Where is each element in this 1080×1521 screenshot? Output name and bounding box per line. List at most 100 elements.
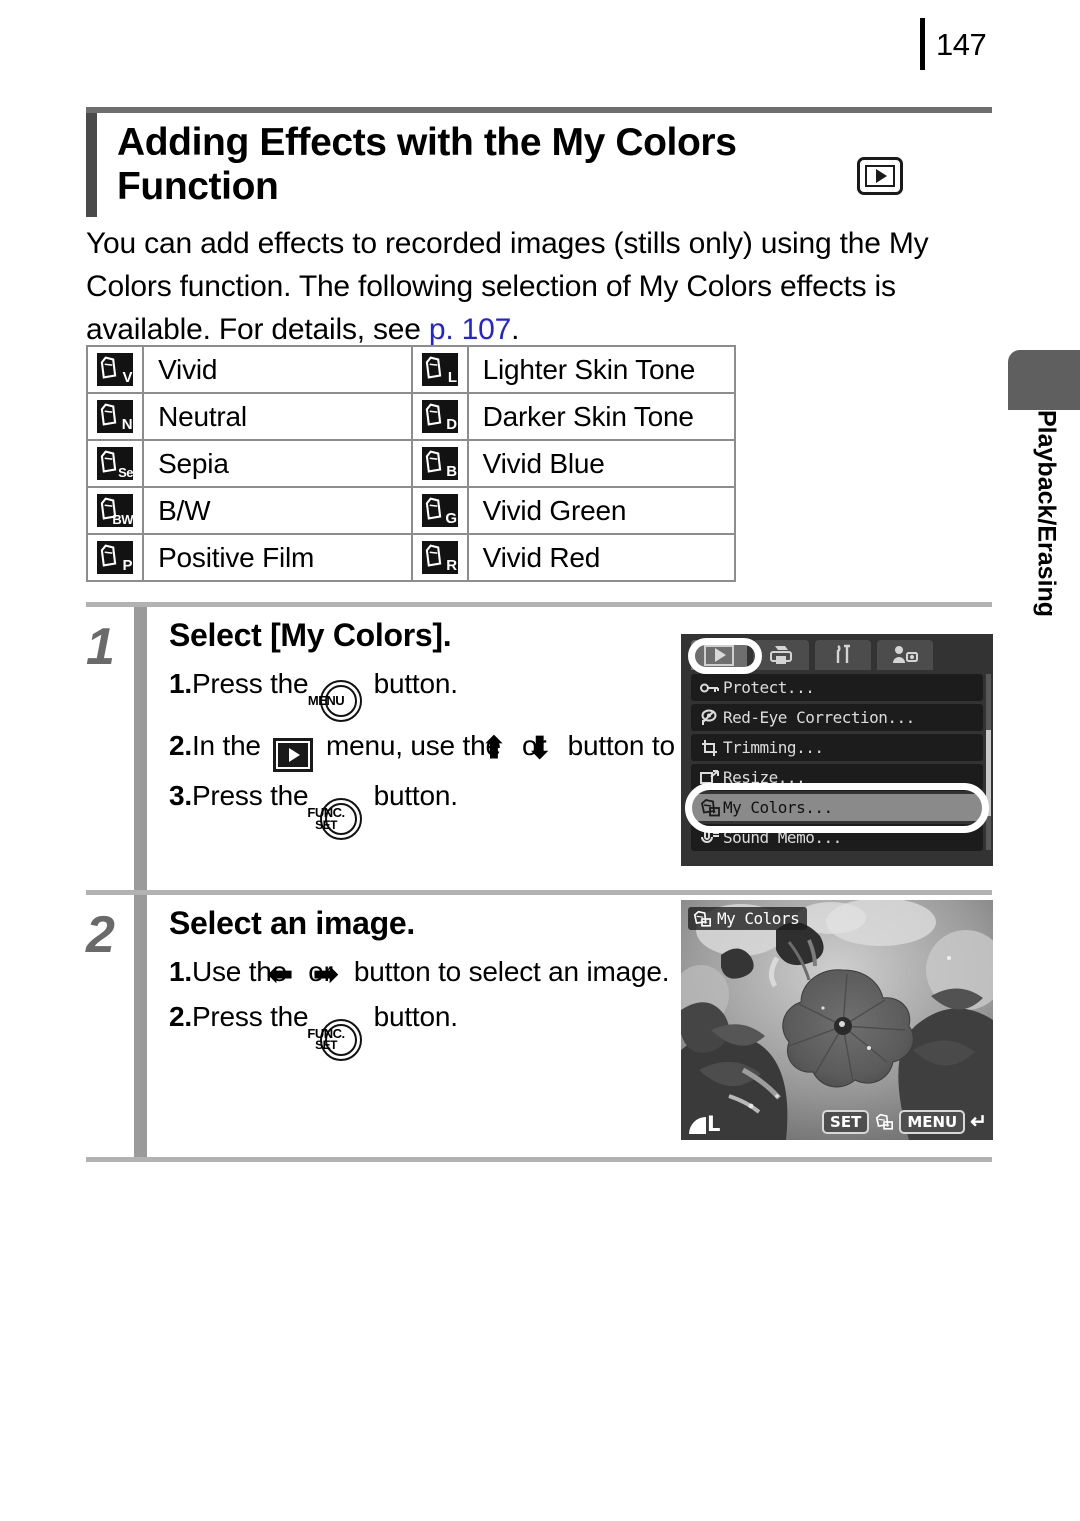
- table-row: N Neutral D Darker Skin Tone: [85, 393, 737, 441]
- section-header: Adding Effects with the My Colors Functi…: [86, 107, 992, 217]
- camera-image-select-screen: My Colors L SET MENU ↵: [681, 900, 993, 1140]
- intro-line-1: You can add effects to recorded images (…: [86, 227, 929, 260]
- step-1-item-1-text-b: button.: [366, 668, 458, 699]
- set-button-hint[interactable]: SET: [822, 1110, 870, 1134]
- my-colors-bw-icon: BW: [97, 494, 134, 527]
- effect-icon-letter: V: [122, 369, 133, 386]
- my-colors-icon: [692, 910, 712, 928]
- back-arrow-icon[interactable]: ↵: [970, 1112, 987, 1132]
- intro-paragraph: You can add effects to recorded images (…: [86, 222, 946, 352]
- step-1-item-1-text-a: Press the: [191, 668, 317, 699]
- step-1-item-2-number: 2.: [169, 730, 192, 762]
- header-left-bar: [86, 113, 97, 217]
- resolution-label: L: [707, 1112, 721, 1137]
- menu-button-hint[interactable]: MENU: [899, 1110, 966, 1134]
- settings-tab[interactable]: [815, 640, 871, 670]
- my-colors-vivid-green-icon: G: [421, 494, 458, 527]
- step-2-bottom-rule: [86, 1157, 992, 1162]
- resize-icon: [697, 769, 723, 786]
- playback-tab[interactable]: [691, 640, 747, 670]
- menu-item-resize[interactable]: Resize...: [691, 764, 983, 791]
- effect-icon-cell: R: [410, 534, 469, 582]
- menu-button-icon: MENU: [308, 680, 363, 723]
- step-1-item-2-text-b: menu, use the: [318, 730, 509, 762]
- step-1-item-2-text-a: In the: [191, 730, 269, 762]
- menu-item-label: Protect...: [723, 678, 815, 697]
- chapter-tab-label-wrap: Playback/Erasing: [1018, 410, 1074, 670]
- menu-scrollbar[interactable]: [986, 674, 991, 850]
- effect-icon-letter: G: [445, 510, 457, 527]
- effect-icon-cell: Se: [85, 440, 145, 488]
- table-row: Se Sepia B Vivid Blue: [85, 440, 737, 488]
- my-camera-tab[interactable]: [877, 640, 933, 670]
- effect-icon-letter: Se: [118, 465, 134, 480]
- step-2-vertical-bar: [134, 895, 147, 1157]
- effect-icon-cell: V: [85, 345, 145, 394]
- crop-icon: [697, 739, 723, 757]
- step-1-vertical-bar: [134, 607, 147, 895]
- my-colors-vivid-icon: V: [97, 353, 134, 386]
- my-colors-vivid-red-icon: R: [421, 541, 458, 574]
- print-tab[interactable]: [753, 640, 809, 670]
- menu-item-trimming[interactable]: Trimming...: [691, 734, 983, 761]
- my-colors-vivid-blue-icon: B: [421, 447, 458, 480]
- page-reference-link[interactable]: p. 107: [429, 313, 511, 346]
- effect-label: Darker Skin Tone: [467, 393, 737, 441]
- step-2-item-2-number: 2.: [169, 1000, 192, 1032]
- menu-item-label: Resize...: [723, 768, 806, 787]
- func-set-button-icon: FUNC. SET: [307, 798, 363, 841]
- menu-item-list: Protect... Red-Eye Correction... Trimmin…: [681, 670, 993, 851]
- step-1-item-3-number: 3.: [169, 780, 192, 812]
- effect-icon-cell: L: [410, 345, 469, 394]
- fine-compression-icon: [689, 1117, 706, 1134]
- step-1-item-3-text-b: button.: [366, 780, 458, 812]
- effect-icon-letter: BW: [112, 512, 134, 527]
- effect-icon-cell: P: [85, 534, 145, 582]
- page-number: 147: [936, 26, 987, 62]
- chapter-tab-label: Playback/Erasing: [1032, 410, 1061, 618]
- effect-label: Vivid Green: [467, 487, 737, 535]
- step-2-number: 2: [86, 906, 115, 964]
- intro-line-3-after: .: [511, 313, 520, 347]
- key-icon: [697, 681, 723, 695]
- page-number-rule: [920, 18, 925, 70]
- page-number-block: 147: [920, 18, 987, 70]
- menu-item-my-colors[interactable]: My Colors...: [691, 794, 983, 821]
- menu-item-label: Red-Eye Correction...: [723, 708, 915, 727]
- playback-menu-icon: [273, 738, 314, 773]
- step-2-item-1-number: 1.: [169, 956, 192, 987]
- effect-label: Neutral: [143, 393, 412, 441]
- screen-title-bar: My Colors: [688, 907, 808, 930]
- effect-icon-letter: B: [446, 463, 457, 480]
- my-colors-effects-table: V Vivid L Lighter Skin Tone N Neutral D …: [85, 345, 737, 582]
- table-row: BW B/W G Vivid Green: [85, 487, 737, 535]
- effect-icon-letter: D: [446, 416, 457, 433]
- effect-label: B/W: [143, 487, 412, 535]
- step-1-number: 1: [86, 618, 115, 676]
- sound-memo-icon: [697, 829, 723, 846]
- my-colors-sepia-icon: Se: [97, 447, 134, 480]
- menu-item-red-eye-correction[interactable]: Red-Eye Correction...: [691, 704, 983, 731]
- image-quality-indicator: L: [689, 1112, 721, 1137]
- my-colors-neutral-icon: N: [97, 400, 134, 433]
- step-2-item-2-text-a: Press the: [191, 1000, 317, 1032]
- effect-icon-cell: N: [85, 393, 145, 441]
- chapter-tab-marker: [1008, 350, 1080, 410]
- intro-line-3-before: available. For details, see: [86, 313, 429, 347]
- table-row: P Positive Film R Vivid Red: [85, 534, 737, 582]
- menu-item-label: My Colors...: [723, 798, 833, 817]
- effect-icon-letter: N: [121, 416, 133, 433]
- step-1-item-1-number: 1.: [169, 668, 192, 699]
- menu-item-sound-memo[interactable]: Sound Memo...: [691, 824, 983, 851]
- camera-menu-screen: Protect... Red-Eye Correction... Trimmin…: [681, 634, 993, 866]
- playback-mode-badge: [857, 157, 903, 195]
- my-colors-icon: [874, 1113, 894, 1131]
- effect-label: Vivid: [143, 345, 412, 394]
- effect-icon-cell: BW: [85, 487, 145, 535]
- menu-item-protect[interactable]: Protect...: [691, 674, 983, 701]
- my-colors-icon: [697, 798, 723, 817]
- screen-title-text: My Colors: [717, 909, 800, 928]
- effect-icon-cell: D: [410, 393, 469, 441]
- playback-icon: [857, 157, 903, 195]
- effect-icon-letter: P: [122, 557, 133, 574]
